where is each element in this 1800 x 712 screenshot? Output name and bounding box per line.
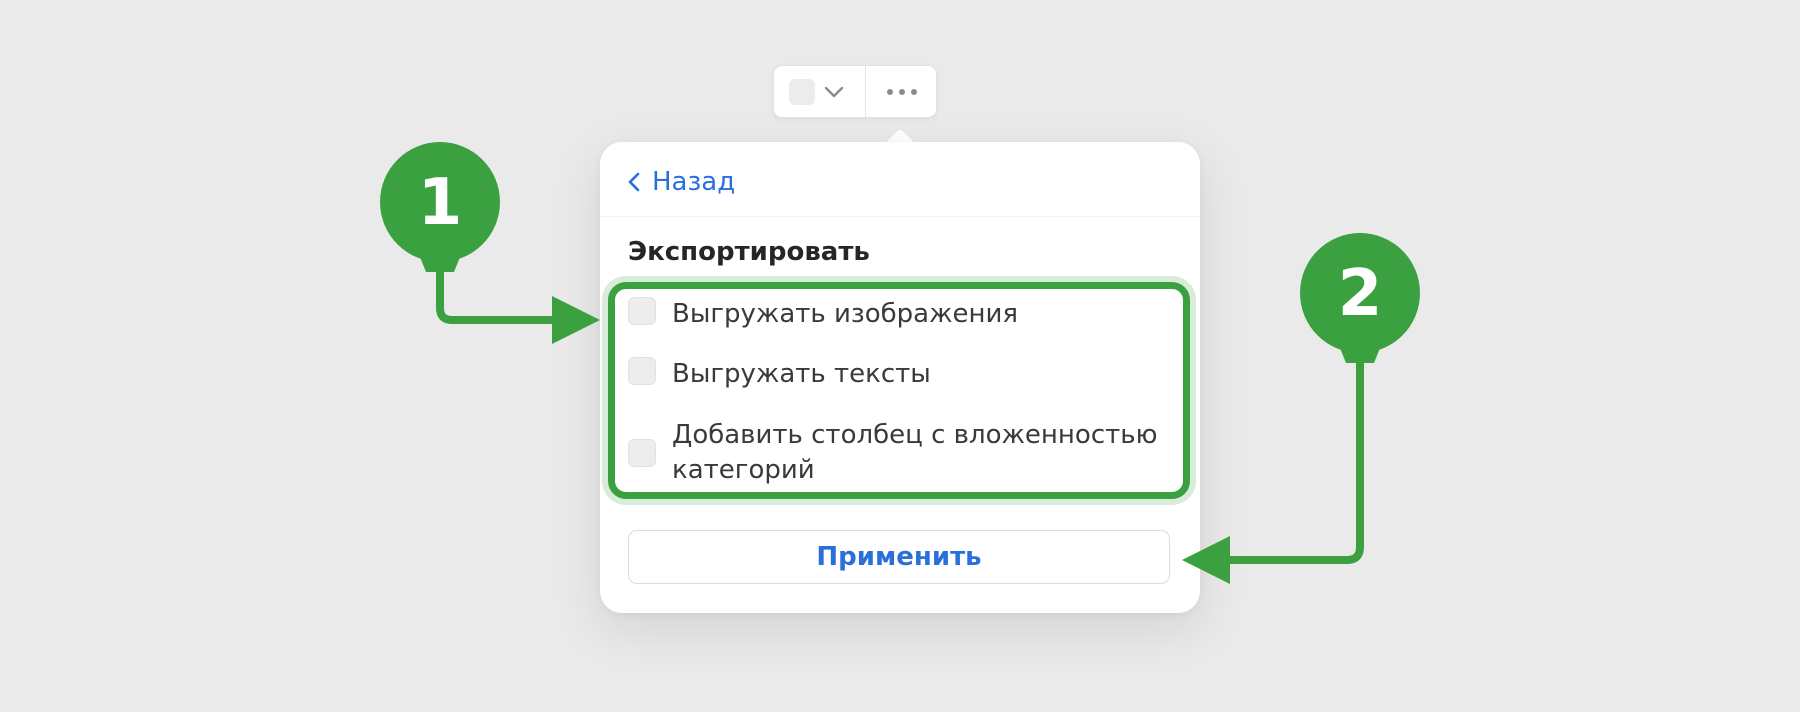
selection-toolbar [773,65,937,118]
chevron-left-icon [628,172,640,192]
option-label: Выгружать изображения [672,299,1019,329]
option-export-texts[interactable]: Выгружать тексты [628,357,1172,392]
option-label: Выгружать тексты [672,359,931,389]
chevron-down-icon[interactable] [822,80,846,104]
checkbox[interactable] [628,357,656,385]
marker-1-number: 1 [417,166,463,240]
option-export-images[interactable]: Выгружать изображения [628,297,1172,332]
toolbar-divider [865,66,866,117]
option-category-nesting[interactable]: Добавить столбец с вложенностью категори… [628,418,1172,488]
checkbox[interactable] [628,439,656,467]
marker-2-number: 2 [1337,257,1383,331]
select-all-checkbox[interactable] [789,79,815,105]
section-title: Экспортировать [628,237,870,267]
export-popover: Назад Экспортировать Выгружать изображен… [600,142,1200,613]
back-button[interactable]: Назад [626,167,735,197]
apply-button[interactable]: Применить [628,530,1170,584]
more-dots-icon[interactable] [884,80,920,104]
checkbox[interactable] [628,297,656,325]
option-label: Добавить столбец с вложенностью категори… [672,420,1158,485]
back-label: Назад [652,167,736,197]
header-divider [600,216,1200,217]
